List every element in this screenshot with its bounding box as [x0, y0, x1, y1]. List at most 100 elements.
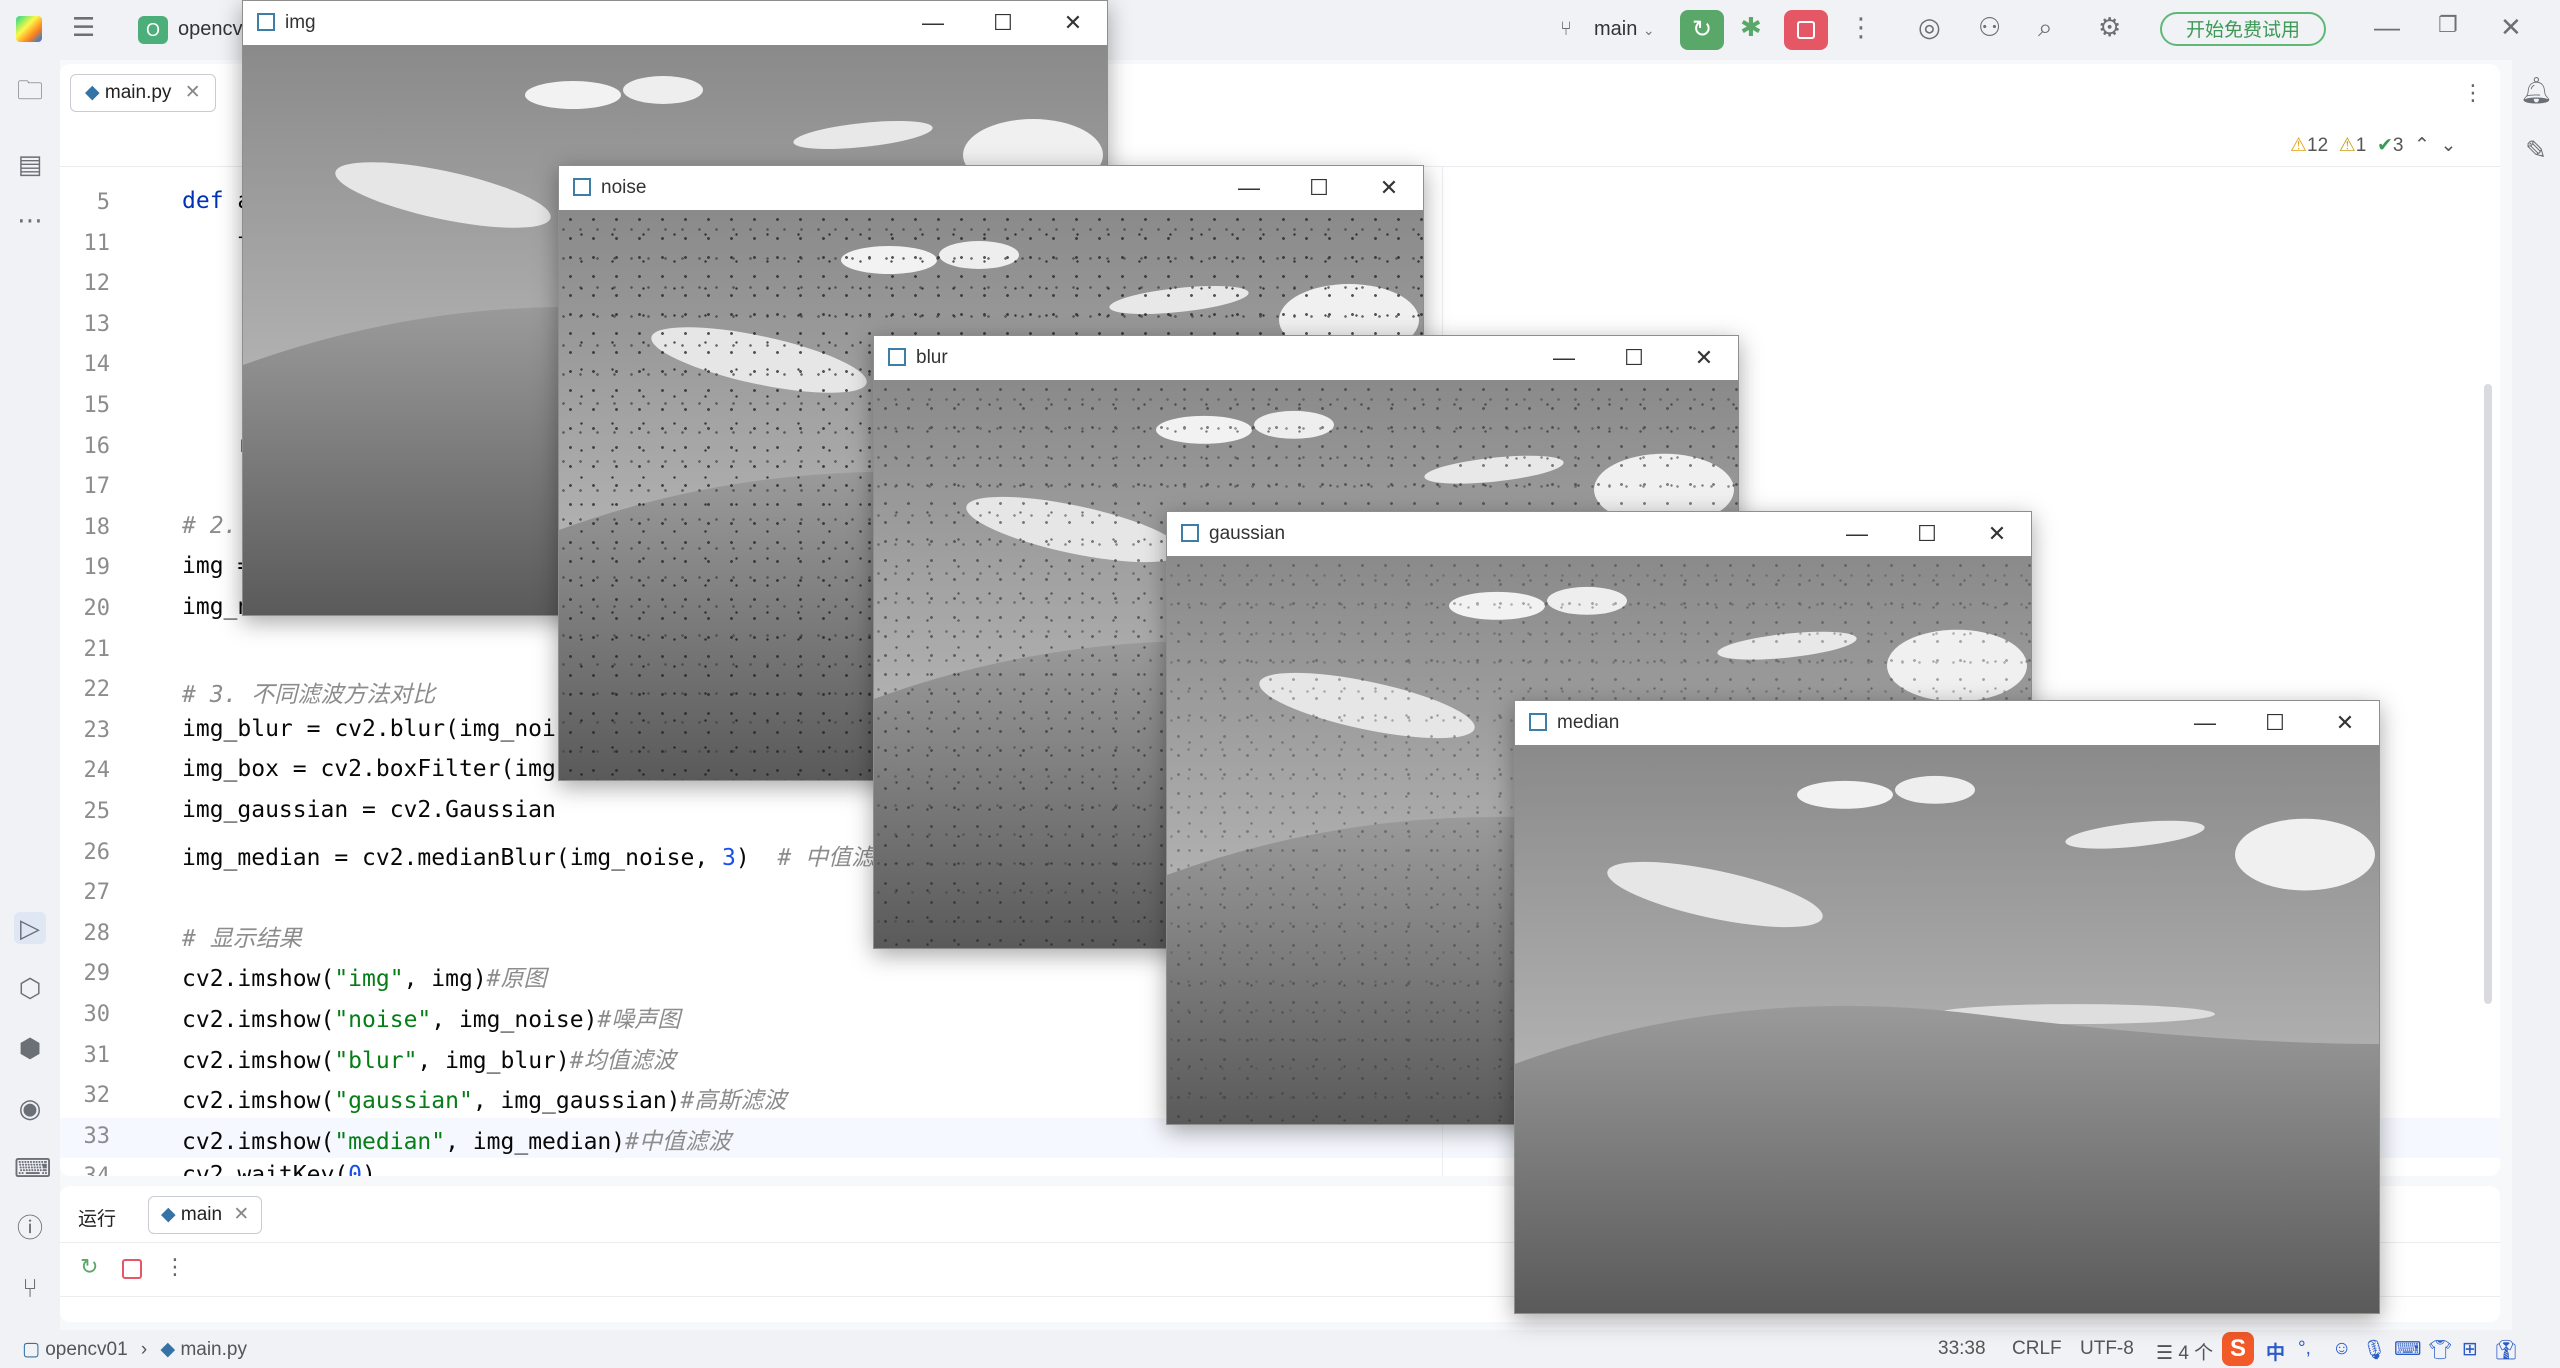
close-tab-icon[interactable]: ✕ [233, 1204, 249, 1225]
code-line[interactable]: t [182, 229, 251, 255]
ime-mode[interactable]: 中 [2266, 1338, 2285, 1365]
window-titlebar[interactable]: gaussian — ☐ ✕ [1167, 512, 2031, 556]
window-titlebar[interactable]: img — ☐ ✕ [243, 1, 1107, 45]
project-badge[interactable]: O [138, 16, 168, 44]
window-titlebar[interactable]: blur — ☐ ✕ [874, 336, 1738, 380]
breadcrumb-file[interactable]: main.py [180, 1339, 247, 1360]
notifications-bell-icon[interactable]: 🔔︎ [2520, 74, 2553, 106]
code-line[interactable]: # 显示结果 [182, 919, 302, 953]
window-close-icon[interactable]: ✕ [2500, 12, 2522, 43]
code-line[interactable]: cv2.waitKey(0) [182, 1162, 376, 1176]
code-line[interactable]: img_blur = cv2.blur(img_noi [182, 716, 556, 742]
free-trial-button[interactable]: 开始免费试用 [2160, 12, 2326, 46]
terminal-icon[interactable]: ⌨ [14, 1152, 52, 1184]
project-folder-icon[interactable]: 🗀 [14, 74, 46, 106]
ime-toolbar[interactable]: S 中 °, ☺ 🎙︎ ⌨ 👕︎ ⊞ 👔︎ [2222, 1332, 2560, 1368]
maximize-icon[interactable]: ☐ [1897, 518, 1957, 550]
services-icon[interactable]: ⬢ [14, 1032, 46, 1064]
run-tab-main[interactable]: ◆ main ✕ [148, 1196, 263, 1234]
code-line[interactable]: def a [182, 188, 251, 214]
microphone-icon[interactable]: 🎙︎ [2362, 1338, 2386, 1362]
more-icon[interactable]: 👔︎ [2494, 1338, 2518, 1362]
maximize-icon[interactable]: ☐ [1604, 342, 1664, 374]
branch-selector[interactable]: main ⌄ [1594, 18, 1655, 41]
editor-scrollbar[interactable] [2484, 384, 2492, 1004]
code-line[interactable]: img_box = cv2.boxFilter(img [182, 756, 556, 782]
python-packages-icon[interactable]: ⬡ [14, 972, 46, 1004]
code-line[interactable]: # 3. 不同滤波方法对比 [182, 675, 435, 709]
main-menu-icon[interactable]: ☰ [72, 12, 95, 43]
breadcrumb-project[interactable]: opencv01 [45, 1339, 127, 1360]
punctuation-icon[interactable]: °, [2298, 1338, 2311, 1360]
emoji-icon[interactable]: ☺ [2332, 1338, 2351, 1360]
code-token: "gaussian" [334, 1088, 473, 1115]
caret-position[interactable]: 33:38 [1938, 1338, 1986, 1360]
code-line[interactable]: r [182, 432, 251, 458]
minimize-icon[interactable]: — [2175, 707, 2235, 739]
code-line[interactable]: img_median = cv2.medianBlur(img_noise, 3… [182, 838, 874, 872]
code-token: img_box = cv2.boxFilter(img [182, 756, 556, 783]
close-icon[interactable]: ✕ [2315, 707, 2375, 739]
run-services-icon[interactable]: ◉ [14, 1092, 46, 1124]
stop-icon[interactable] [122, 1259, 142, 1279]
line-number: 27 [83, 880, 111, 906]
ai-assistant-icon[interactable]: ◎ [1918, 12, 1941, 43]
maximize-icon[interactable]: ☐ [2245, 707, 2305, 739]
line-separator[interactable]: CRLF [2012, 1338, 2062, 1360]
close-icon[interactable]: ✕ [1674, 342, 1734, 374]
maximize-icon[interactable]: ☐ [1289, 172, 1349, 204]
git-icon[interactable]: ⑂ [14, 1272, 46, 1304]
breadcrumb[interactable]: ▢ opencv01 › ◆ main.py [22, 1338, 247, 1361]
file-encoding[interactable]: UTF-8 [2080, 1338, 2134, 1360]
more-actions-icon[interactable]: ⋮ [1848, 12, 1874, 43]
skin-icon[interactable]: 👕︎ [2428, 1338, 2452, 1362]
code-line[interactable]: cv2.imshow("img", img)#原图 [182, 959, 547, 993]
code-line[interactable]: img = [182, 553, 251, 579]
close-icon[interactable]: ✕ [1967, 518, 2027, 550]
run-tool-icon[interactable]: ▷ [14, 912, 46, 944]
close-icon[interactable]: ✕ [1043, 7, 1103, 39]
minimize-icon[interactable]: — [903, 7, 963, 39]
more-actions-icon[interactable]: ⋮ [164, 1254, 186, 1280]
window-titlebar[interactable]: noise — ☐ ✕ [559, 166, 1423, 210]
stop-icon [1797, 21, 1815, 39]
close-icon[interactable]: ✕ [1359, 172, 1419, 204]
problems-icon[interactable]: ⓘ [14, 1212, 46, 1244]
code-line[interactable]: cv2.imshow("blur", img_blur)#均值滤波 [182, 1041, 676, 1075]
image-window-median[interactable]: median — ☐ ✕ [1514, 700, 2380, 1314]
stop-button[interactable] [1784, 10, 1828, 50]
add-user-icon[interactable]: ⚇ [1978, 12, 2001, 43]
rerun-icon[interactable]: ↻ [80, 1254, 98, 1280]
indent-settings[interactable]: ☰ 4 个 [2156, 1338, 2213, 1365]
code-line[interactable]: img_gaussian = cv2.Gaussian [182, 797, 556, 823]
code-line[interactable]: cv2.imshow("noise", img_noise)#噪声图 [182, 1000, 680, 1034]
keyboard-icon[interactable]: ⌨ [2394, 1338, 2421, 1361]
minimize-icon[interactable]: — [1827, 518, 1887, 550]
more-tools-icon[interactable]: ⋯ [14, 204, 46, 236]
code-token: "median" [334, 1128, 446, 1155]
minimize-icon[interactable]: — [1534, 342, 1594, 374]
run-panel-title: 运行 [78, 1209, 117, 1230]
debug-icon[interactable]: ✱ [1740, 12, 1762, 43]
minimize-icon[interactable]: — [1219, 172, 1279, 204]
code-token: , img_gaussian) [472, 1088, 681, 1115]
line-number: 20 [83, 596, 111, 621]
code-token: "blur" [334, 1047, 418, 1074]
code-line[interactable]: img_n [182, 594, 251, 620]
code-token: cv2.imshow( [182, 966, 335, 993]
code-line[interactable]: cv2.imshow("gaussian", img_gaussian)#高斯滤… [182, 1081, 786, 1115]
code-token: img_gaussian = cv2.Gaussian [182, 797, 556, 823]
toolbox-icon[interactable]: ⊞ [2462, 1338, 2478, 1361]
code-line[interactable]: cv2.imshow("median", img_median)#中值滤波 [182, 1122, 731, 1156]
window-titlebar[interactable]: median — ☐ ✕ [1515, 701, 2379, 745]
ai-chat-icon[interactable]: ✎ [2520, 134, 2552, 166]
line-number: 21 [83, 636, 111, 662]
search-icon[interactable]: ⌕ [2038, 12, 2053, 44]
maximize-icon[interactable]: ☐ [973, 7, 1033, 39]
settings-gear-icon[interactable]: ⚙ [2098, 12, 2121, 43]
window-restore-icon[interactable]: ❐ [2438, 12, 2458, 38]
window-minimize-icon[interactable]: — [2374, 12, 2400, 43]
code-line[interactable]: # 2. [182, 513, 237, 539]
rerun-button[interactable]: ↻ [1680, 10, 1724, 50]
structure-icon[interactable]: ▤ [14, 148, 46, 180]
